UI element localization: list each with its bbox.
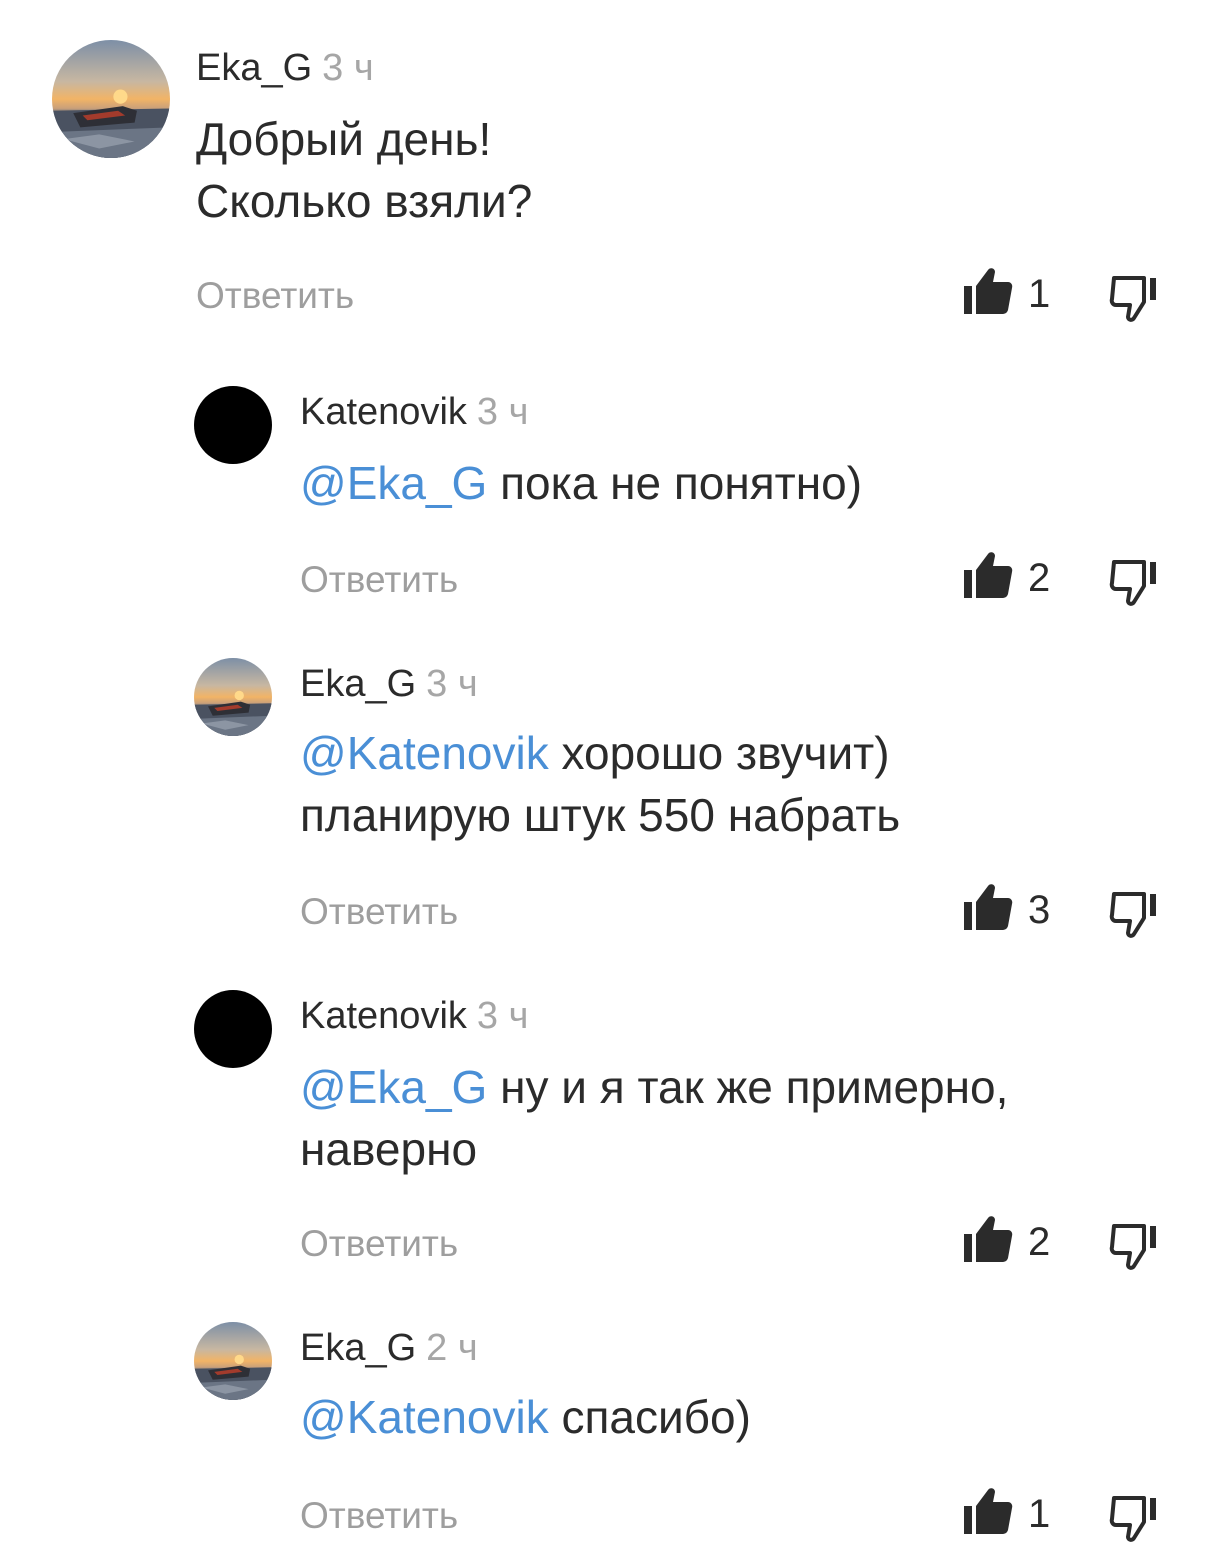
avatar-image [52, 40, 170, 158]
comment-text-fragment: ну и я так же примерно, [487, 1061, 1009, 1113]
thumbs-up-icon[interactable] [962, 1212, 1014, 1264]
thumbs-down-icon[interactable] [1108, 1492, 1162, 1546]
timestamp: 2 ч [426, 1327, 478, 1369]
mention-link[interactable]: @Katenovik [300, 727, 549, 779]
comment-header: Katenovik 3 ч [300, 390, 528, 434]
thumbs-up-icon[interactable] [962, 548, 1014, 600]
username[interactable]: Eka_G [300, 1327, 416, 1369]
avatar[interactable] [194, 990, 272, 1068]
avatar-image [194, 658, 272, 736]
avatar[interactable] [194, 1322, 272, 1400]
comment-text: @Katenovik хорошо звучит) планирую штук … [300, 722, 900, 846]
comment-text-line: Сколько взяли? [196, 175, 533, 227]
timestamp: 3 ч [476, 391, 529, 433]
thumbs-down-icon[interactable] [1108, 556, 1162, 610]
comment-header: Eka_G 2 ч [300, 1326, 478, 1370]
timestamp: 3 ч [476, 995, 529, 1037]
reply-button[interactable]: Ответить [300, 558, 458, 602]
thumbs-down-icon[interactable] [1108, 1220, 1162, 1274]
like-count: 2 [1028, 1220, 1051, 1264]
comment-text-line: @Katenovik спасибо) [300, 1386, 751, 1448]
like-count: 1 [1028, 1492, 1051, 1536]
comment-text-line: планирую штук 550 набрать [300, 789, 901, 841]
mention-link[interactable]: @Katenovik [300, 1391, 549, 1443]
thumbs-down-icon[interactable] [1108, 888, 1162, 942]
like-count: 3 [1028, 888, 1051, 932]
comment-text-line: @Eka_G ну и я так же примерно, [300, 1056, 1008, 1118]
comment-text-line: наверно [300, 1123, 478, 1175]
comment-header: Eka_G 3 ч [300, 662, 478, 706]
mention-link[interactable]: @Eka_G [300, 457, 487, 509]
avatar[interactable] [194, 658, 272, 736]
reply-button[interactable]: Ответить [300, 1494, 458, 1538]
comment-text-fragment: хорошо звучит) [548, 727, 890, 779]
comment-text-line: Добрый день! [196, 113, 492, 165]
comment-text: @Katenovik спасибо) [300, 1386, 751, 1448]
like-count: 1 [1028, 272, 1051, 316]
comment-text-line: @Katenovik хорошо звучит) [300, 722, 900, 784]
timestamp: 3 ч [426, 663, 478, 705]
like-count: 2 [1028, 556, 1051, 600]
comment-text: @Eka_G ну и я так же примерно, наверно [300, 1056, 1008, 1180]
thumbs-up-icon[interactable] [962, 880, 1014, 932]
reply-button[interactable]: Ответить [300, 890, 458, 934]
thumbs-down-icon[interactable] [1108, 272, 1162, 326]
username[interactable]: Katenovik [300, 391, 467, 433]
username[interactable]: Eka_G [300, 663, 416, 705]
comment-text: @Eka_G пока не понятно) [300, 452, 862, 514]
avatar-image [194, 1322, 272, 1400]
reply-button[interactable]: Ответить [196, 274, 354, 318]
comment-text-fragment: пока не понятно) [487, 457, 863, 509]
username[interactable]: Eka_G [196, 47, 312, 89]
avatar[interactable] [52, 40, 170, 158]
avatar[interactable] [194, 386, 272, 464]
comment-text-fragment: спасибо) [548, 1391, 751, 1443]
thumbs-up-icon[interactable] [962, 264, 1014, 316]
comment-text-line: @Eka_G пока не понятно) [300, 452, 862, 514]
comment-header: Katenovik 3 ч [300, 994, 528, 1038]
comment-text: Добрый день! Сколько взяли? [196, 108, 532, 232]
comment-header: Eka_G 3 ч [196, 46, 374, 90]
mention-link[interactable]: @Eka_G [300, 1061, 487, 1113]
thumbs-up-icon[interactable] [962, 1484, 1014, 1536]
reply-button[interactable]: Ответить [300, 1222, 458, 1266]
username[interactable]: Katenovik [300, 995, 467, 1037]
timestamp: 3 ч [322, 47, 374, 89]
